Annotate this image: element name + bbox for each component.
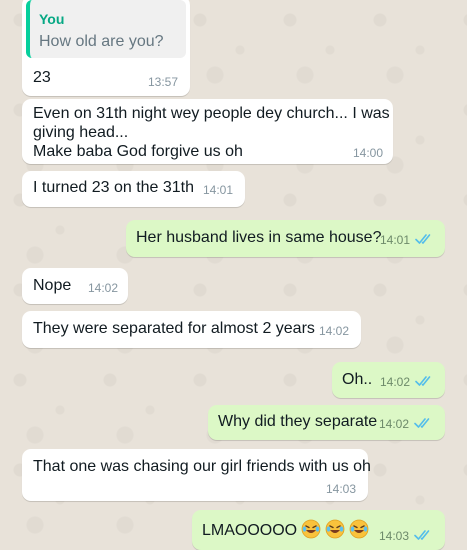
- quoted-message[interactable]: You How old are you?: [26, 0, 186, 58]
- message-bubble-outgoing[interactable]: Her husband lives in same house? 14:01: [126, 220, 445, 257]
- message-text: That one was chasing our girl friends wi…: [33, 458, 371, 475]
- rolling-on-floor-laughing-emoji: [349, 519, 369, 539]
- message-text-line: Make baba God forgive us oh: [33, 143, 243, 160]
- read-double-check-icon: [414, 418, 430, 428]
- message-time: 14:03: [379, 529, 410, 543]
- rolling-on-floor-laughing-emoji: [301, 519, 321, 539]
- message-time: 13:57: [148, 75, 179, 89]
- message-bubble-outgoing[interactable]: Oh.. 14:02: [332, 362, 445, 398]
- rolling-on-floor-laughing-emoji: [325, 519, 345, 539]
- message-text: Oh..: [342, 371, 373, 388]
- message-time: 14:01: [203, 183, 234, 197]
- message-text: 23: [33, 69, 51, 86]
- read-double-check-icon: [415, 376, 431, 386]
- message-text: Nope: [33, 277, 72, 294]
- message-text-line: Even on 31th night wey people dey church…: [33, 105, 390, 122]
- message-time: 14:03: [326, 482, 357, 496]
- message-text: They were separated for almost 2 years: [33, 320, 315, 337]
- message-bubble-incoming[interactable]: They were separated for almost 2 years 1…: [22, 311, 361, 348]
- message-bubble-outgoing[interactable]: Why did they separate 14:02: [208, 405, 445, 440]
- message-bubble-incoming[interactable]: I turned 23 on the 31th 14:01: [22, 171, 245, 207]
- message-time: 14:01: [380, 233, 411, 247]
- message-bubble-incoming[interactable]: Even on 31th night wey people dey church…: [22, 99, 393, 164]
- message-text: Why did they separate: [218, 413, 378, 430]
- message-time: 14:02: [379, 417, 410, 431]
- quoted-text: How old are you?: [39, 33, 164, 50]
- message-time: 14:02: [380, 375, 411, 389]
- message-text: I turned 23 on the 31th: [33, 179, 195, 196]
- message-bubble-incoming[interactable]: That one was chasing our girl friends wi…: [22, 449, 371, 501]
- message-text: LMAOOOOO: [202, 519, 369, 540]
- read-double-check-icon: [415, 234, 431, 244]
- message-text: Her husband lives in same house?: [136, 229, 382, 246]
- read-double-check-icon: [414, 530, 430, 540]
- message-bubble-outgoing[interactable]: LMAOOOOO 14:03: [192, 510, 445, 550]
- message-bubble-incoming[interactable]: You How old are you? 23 13:57: [22, 0, 190, 96]
- message-time: 14:02: [88, 281, 119, 295]
- message-time: 14:02: [319, 324, 350, 338]
- message-bubble-incoming[interactable]: Nope 14:02: [22, 268, 128, 304]
- message-time: 14:00: [353, 146, 384, 160]
- message-text-content: LMAOOOOO: [202, 522, 298, 539]
- quoted-author: You: [39, 11, 65, 27]
- message-text-line: giving head...: [33, 124, 129, 141]
